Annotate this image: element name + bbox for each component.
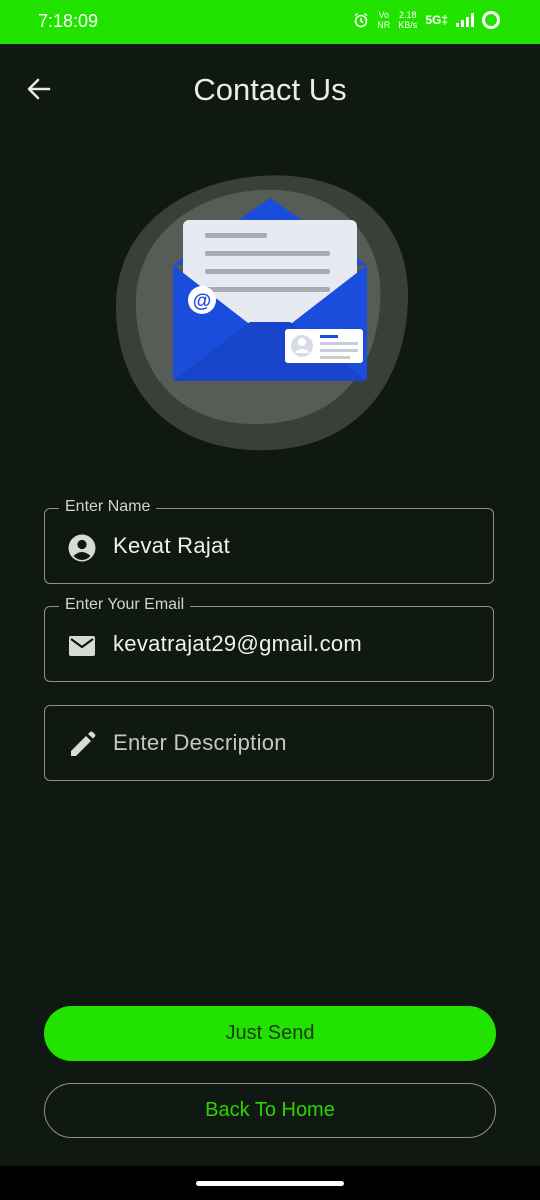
nr-label: NR [377,20,391,30]
description-field[interactable]: Enter Description [44,705,494,781]
contact-envelope-illustration: @ [115,175,409,451]
vo-label: Vo [378,10,390,20]
email-input[interactable]: kevatrajat29@gmail.com [113,631,362,657]
svg-text:@: @ [193,291,212,312]
network-speed: 2.18 KB/s [398,10,417,30]
name-field-label: Enter Name [59,498,157,516]
pencil-icon [71,731,96,756]
net-speed-value: 2.18 [399,10,417,20]
account-circle-icon [68,534,96,562]
email-field-label: Enter Your Email [59,596,191,614]
app-bar: Contact Us [0,44,540,136]
signal-icon [456,13,474,27]
status-icons: Vo NR 2.18 KB/s 5G‡ [353,10,500,30]
description-input[interactable]: Enter Description [113,730,287,756]
status-bar: 7:18:09 Vo NR 2.18 KB/s 5G‡ [0,0,540,44]
mail-icon [69,636,95,656]
volte-indicator: Vo NR [377,10,390,30]
email-field[interactable]: Enter Your Email kevatrajat29@gmail.com [44,596,494,682]
home-indicator[interactable] [196,1181,344,1186]
network-type: 5G‡ [425,13,448,27]
back-to-home-button[interactable]: Back To Home [44,1083,496,1138]
alarm-icon [354,12,368,28]
system-navigation-bar [0,1166,540,1200]
battery-icon [482,11,500,29]
send-button[interactable]: Just Send [44,1006,496,1061]
name-input[interactable]: Kevat Rajat [113,533,230,559]
net-speed-unit: KB/s [398,20,418,30]
page-title: Contact Us [193,72,347,107]
name-field[interactable]: Enter Name Kevat Rajat [44,498,494,584]
status-time: 7:18:09 [38,11,99,31]
